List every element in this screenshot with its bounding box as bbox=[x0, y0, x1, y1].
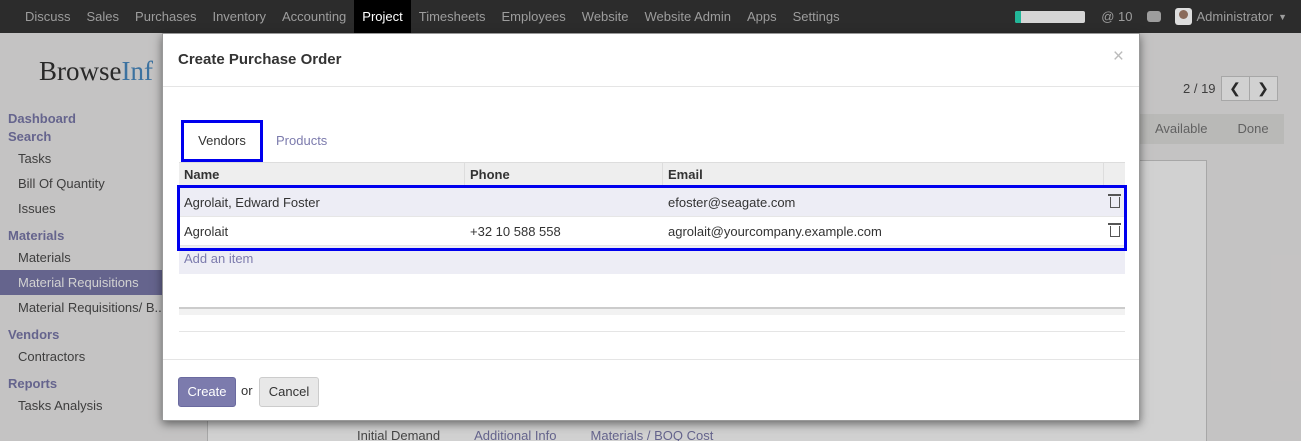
cell-phone[interactable]: +32 10 588 558 bbox=[465, 217, 663, 245]
menu-purchases[interactable]: Purchases bbox=[127, 0, 204, 33]
tab-vendors[interactable]: Vendors bbox=[181, 120, 263, 162]
dialog-tabs: Vendors Products bbox=[179, 120, 1125, 162]
table-header: Name Phone Email bbox=[179, 162, 1125, 188]
table-row[interactable]: Agrolait, Edward Foster efoster@seagate.… bbox=[179, 188, 1125, 217]
navbar-right: @ 10 Administrator ▼ bbox=[1015, 0, 1301, 33]
menu-apps[interactable]: Apps bbox=[739, 0, 785, 33]
caret-down-icon: ▼ bbox=[1278, 11, 1287, 22]
progress-fill bbox=[1015, 10, 1021, 23]
dialog-footer: Create or Cancel bbox=[163, 359, 1139, 421]
user-name: Administrator bbox=[1196, 9, 1274, 24]
add-an-item-link[interactable]: Add an item bbox=[179, 246, 1125, 274]
planner-progress-bar[interactable] bbox=[1015, 10, 1086, 23]
menu-employees[interactable]: Employees bbox=[493, 0, 573, 33]
column-name[interactable]: Name bbox=[179, 163, 465, 187]
column-actions bbox=[1104, 163, 1125, 187]
cell-email[interactable]: agrolait@yourcompany.example.com bbox=[663, 217, 1104, 245]
vendors-table: Name Phone Email Agrolait, Edward Foster… bbox=[177, 162, 1127, 274]
menu-timesheets[interactable]: Timesheets bbox=[411, 0, 494, 33]
column-phone[interactable]: Phone bbox=[465, 163, 663, 187]
menu-discuss[interactable]: Discuss bbox=[17, 0, 79, 33]
dialog-title: Create Purchase Order bbox=[178, 51, 342, 68]
main-menu: Discuss Sales Purchases Inventory Accoun… bbox=[17, 0, 848, 33]
create-button[interactable]: Create bbox=[178, 377, 236, 407]
cell-name[interactable]: Agrolait, Edward Foster bbox=[179, 188, 465, 216]
menu-project[interactable]: Project bbox=[354, 0, 411, 33]
messages-counter[interactable]: @ 10 bbox=[1101, 9, 1132, 24]
cell-phone[interactable] bbox=[465, 188, 663, 216]
close-icon[interactable]: × bbox=[1113, 46, 1124, 68]
user-menu[interactable]: Administrator ▼ bbox=[1174, 8, 1287, 25]
trash-icon bbox=[1107, 222, 1121, 237]
or-label: or bbox=[241, 383, 253, 398]
chat-button[interactable] bbox=[1146, 11, 1161, 22]
table-body: Agrolait, Edward Foster efoster@seagate.… bbox=[177, 185, 1127, 251]
menu-settings[interactable]: Settings bbox=[785, 0, 848, 33]
dialog-header: Create Purchase Order × bbox=[163, 34, 1139, 87]
cell-name[interactable]: Agrolait bbox=[179, 217, 465, 245]
menu-accounting[interactable]: Accounting bbox=[274, 0, 354, 33]
column-email[interactable]: Email bbox=[663, 163, 1104, 187]
menu-sales[interactable]: Sales bbox=[79, 0, 128, 33]
create-purchase-order-dialog: Create Purchase Order × Vendors Products… bbox=[162, 33, 1140, 421]
avatar bbox=[1174, 8, 1192, 25]
delete-row-button[interactable] bbox=[1104, 188, 1125, 216]
divider bbox=[179, 331, 1125, 332]
menu-website-admin[interactable]: Website Admin bbox=[637, 0, 739, 33]
divider bbox=[179, 307, 1125, 315]
top-navbar: Discuss Sales Purchases Inventory Accoun… bbox=[0, 0, 1301, 33]
cell-email[interactable]: efoster@seagate.com bbox=[663, 188, 1104, 216]
chat-icon bbox=[1146, 11, 1161, 22]
delete-row-button[interactable] bbox=[1104, 217, 1125, 245]
menu-website[interactable]: Website bbox=[574, 0, 637, 33]
table-row[interactable]: Agrolait +32 10 588 558 agrolait@yourcom… bbox=[179, 217, 1125, 246]
menu-inventory[interactable]: Inventory bbox=[204, 0, 273, 33]
trash-icon bbox=[1107, 193, 1121, 208]
cancel-button[interactable]: Cancel bbox=[259, 377, 319, 407]
tab-products[interactable]: Products bbox=[276, 120, 327, 162]
